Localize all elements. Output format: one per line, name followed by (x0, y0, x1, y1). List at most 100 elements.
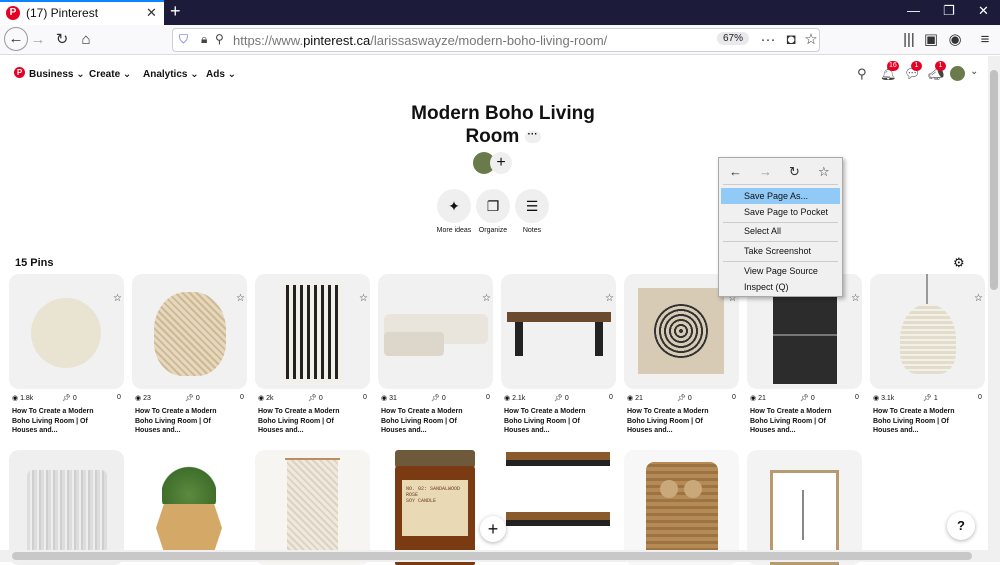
pin-card[interactable]: ◉ 23 📌︎ 0 0 How To Create a Modern Boho Liv… (132, 274, 247, 436)
vertical-scrollbar-thumb[interactable] (990, 70, 998, 290)
pin-card[interactable]: ◉ 1.8k 📌︎ 0 0 How To Create a Modern Boho L… (9, 274, 124, 436)
pin-card[interactable]: ◉ 21 📌︎ 0 0 How To Create a Modern Boho Liv… (624, 274, 739, 436)
ctx-save-page-as[interactable]: Save Page As... (721, 188, 840, 204)
pin-description[interactable]: How To Create a Modern Boho Living Room … (381, 407, 481, 436)
ctx-back-icon[interactable]: ← (729, 164, 742, 179)
pin-description[interactable]: How To Create a Modern Boho Living Room … (627, 407, 727, 436)
menu-business[interactable]: Business ⌄ (29, 69, 85, 80)
pin-image[interactable] (9, 274, 124, 389)
zoom-indicator[interactable]: 67% (717, 32, 750, 45)
menu-analytics[interactable]: Analytics ⌄ (143, 69, 199, 80)
pin-description[interactable]: How To Create a Modern Boho Living Room … (873, 407, 973, 436)
url-text[interactable]: https://www.pinterest.ca/larissaswayze/m… (233, 33, 607, 48)
help-button[interactable]: ? (947, 512, 975, 540)
pin-star-icon[interactable]: ☆ (851, 293, 860, 304)
updates-icon[interactable]: 📣︎ 1 (928, 61, 946, 82)
sidebar-icon[interactable]: ▣ (920, 29, 942, 51)
ctx-select-all[interactable]: Select All (721, 223, 840, 239)
pin-description[interactable]: How To Create a Modern Boho Living Room … (504, 407, 604, 436)
pin-image[interactable] (9, 450, 124, 565)
pin-image[interactable] (378, 274, 493, 389)
window-close-icon[interactable]: ✕ (978, 3, 989, 19)
menu-ads[interactable]: Ads ⌄ (206, 69, 236, 80)
notifications-icon[interactable]: 🔔︎ 16 (880, 61, 899, 82)
page-actions-icon[interactable]: ··· (757, 29, 779, 51)
pin-description[interactable]: How To Create a Modern Boho Living Room … (750, 407, 850, 436)
pin-card[interactable]: NO. 02: SANDALWOOD ROSE SOY CANDLE (378, 450, 493, 565)
pin-card[interactable]: ◉ 31 📌︎ 0 0 How To Create a Modern Boho Liv… (378, 274, 493, 436)
pin-star-icon[interactable]: ☆ (482, 293, 491, 304)
restore-icon[interactable]: ❐ (943, 3, 955, 19)
notes-button[interactable]: ☰ (515, 189, 549, 223)
pinterest-logo-icon[interactable]: P (14, 67, 25, 78)
back-button[interactable]: ← (4, 27, 28, 51)
pinterest-favicon-icon: P (6, 6, 20, 20)
pin-stats: ◉ 21 📌︎ 0 0 (624, 392, 739, 404)
pin-image[interactable] (132, 450, 247, 565)
pin-star-icon[interactable]: ☆ (974, 293, 983, 304)
messages-icon[interactable]: 💬︎ 1 (904, 61, 922, 82)
ctx-save-to-pocket[interactable]: Save Page to Pocket (721, 204, 840, 220)
add-collaborator-icon[interactable]: + (490, 152, 512, 174)
forward-button[interactable]: → (27, 29, 49, 51)
organize-button[interactable]: ❐ (476, 189, 510, 223)
pin-image[interactable] (747, 450, 862, 565)
pin-card[interactable]: ◉ 21 📌︎ 0 0 How To Create a Modern Boho Liv… (747, 274, 862, 436)
pin-card[interactable] (501, 450, 616, 565)
account-chevron-down-icon[interactable]: ⌄ (970, 66, 978, 77)
pin-card[interactable] (9, 450, 124, 565)
pin-image[interactable] (501, 450, 616, 565)
permissions-icon[interactable]: ⚲ (215, 32, 224, 46)
reload-button[interactable]: ↻ (51, 29, 73, 51)
pin-image[interactable] (255, 274, 370, 389)
menu-create[interactable]: Create ⌄ (89, 69, 131, 80)
pin-image[interactable] (255, 450, 370, 565)
pin-card[interactable] (132, 450, 247, 565)
account-icon[interactable]: ◉ (944, 29, 966, 51)
horizontal-scrollbar-thumb[interactable] (12, 552, 972, 560)
pin-star-icon[interactable]: ☆ (605, 293, 614, 304)
library-icon[interactable]: ||| (898, 29, 920, 51)
minimize-icon[interactable]: — (907, 3, 920, 18)
bookmark-star-icon[interactable]: ☆ (800, 29, 822, 51)
pin-image[interactable] (132, 274, 247, 389)
lock-icon[interactable]: 🔒︎ (201, 32, 207, 47)
pin-card[interactable]: ◉ 3.1k 📌︎ 1 0 How To Create a Modern Boho L… (870, 274, 985, 436)
pin-image[interactable] (501, 274, 616, 389)
pin-star-icon[interactable]: ☆ (236, 293, 245, 304)
pin-card[interactable]: ◉ 2.1k 📌︎ 0 0 How To Create a Modern Boho L… (501, 274, 616, 436)
menu-icon[interactable]: ≡ (974, 29, 996, 51)
browser-tab[interactable]: P (17) Pinterest ✕ (0, 0, 164, 25)
pin-description[interactable]: How To Create a Modern Boho Living Room … (258, 407, 358, 436)
board-options-icon[interactable]: ··· (524, 129, 541, 143)
avatar[interactable] (950, 66, 965, 81)
pin-image[interactable] (624, 450, 739, 565)
pin-star-icon[interactable]: ☆ (359, 293, 368, 304)
pin-image[interactable] (870, 274, 985, 389)
pin-card[interactable] (747, 450, 862, 565)
ctx-take-screenshot[interactable]: Take Screenshot (721, 243, 840, 259)
tab-close-icon[interactable]: ✕ (146, 5, 157, 21)
more-ideas-button[interactable]: ✦ (437, 189, 471, 223)
home-button[interactable]: ⌂ (75, 29, 97, 51)
filter-icon[interactable]: ⚙ (953, 255, 965, 271)
pocket-icon[interactable]: ◘ (780, 29, 802, 51)
tracking-shield-icon[interactable]: ⛉ (179, 32, 188, 47)
ctx-view-page-source[interactable]: View Page Source (721, 263, 840, 279)
ctx-bookmark-icon[interactable]: ☆ (818, 164, 830, 180)
ctx-reload-icon[interactable]: ↻ (789, 164, 800, 180)
pin-description[interactable]: How To Create a Modern Boho Living Room … (135, 407, 235, 436)
pin-stats: ◉ 3.1k 📌︎ 1 0 (870, 392, 985, 404)
search-icon[interactable]: ⚲ (857, 66, 867, 82)
pin-card[interactable] (255, 450, 370, 565)
pin-star-icon[interactable]: ☆ (113, 293, 122, 304)
url-bar[interactable]: ⛉ 🔒︎ ⚲ https://www.pinterest.ca/larissas… (172, 28, 820, 52)
pin-card[interactable] (624, 450, 739, 565)
pin-card[interactable]: ◉ 2k 📌︎ 0 0 How To Create a Modern Boho Liv… (255, 274, 370, 436)
add-pin-button[interactable]: + (480, 516, 506, 542)
pin-description[interactable]: How To Create a Modern Boho Living Room … (12, 407, 112, 436)
ctx-inspect[interactable]: Inspect (Q) (721, 279, 840, 295)
pin-image[interactable]: NO. 02: SANDALWOOD ROSE SOY CANDLE (378, 450, 493, 565)
ctx-forward-icon[interactable]: → (759, 164, 772, 179)
new-tab-button[interactable]: + (170, 1, 181, 22)
